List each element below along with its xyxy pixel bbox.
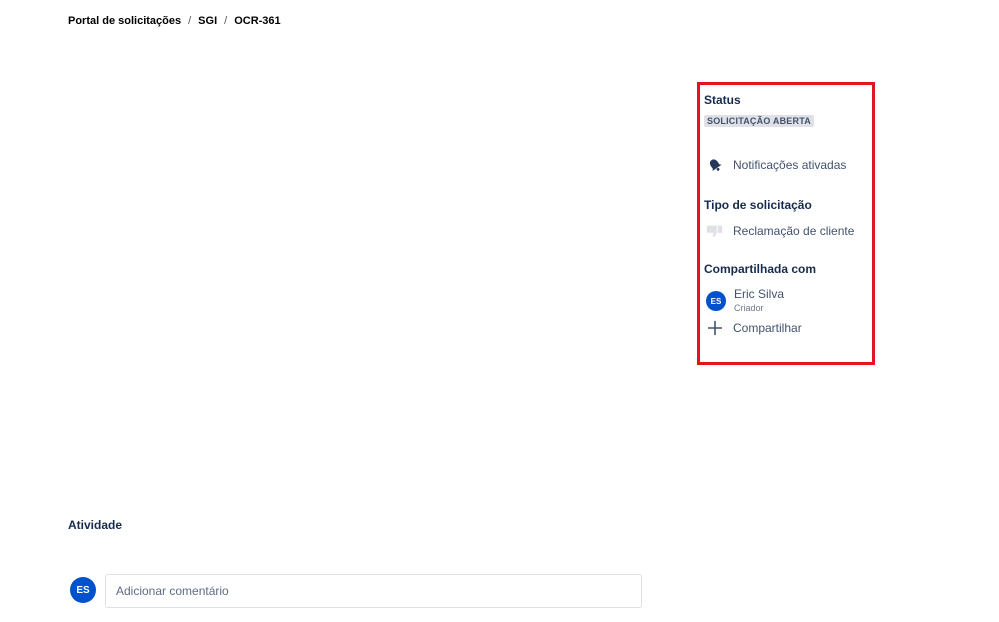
- notifications-toggle[interactable]: Notificações ativadas: [706, 156, 846, 174]
- thumbs-down-icon: [706, 222, 724, 240]
- user-name: Eric Silva: [734, 287, 785, 301]
- status-title: Status: [704, 93, 741, 107]
- user-role: Criador: [734, 303, 764, 313]
- breadcrumb-separator: /: [188, 15, 192, 27]
- avatar: ES: [706, 291, 726, 311]
- breadcrumb-project[interactable]: SGI: [198, 15, 217, 27]
- activity-title: Atividade: [68, 518, 123, 532]
- status-badge: SOLICITAÇÃO ABERTA: [704, 115, 814, 127]
- bell-icon: [706, 156, 724, 174]
- breadcrumb: Portal de solicitações / SGI / OCR-361: [68, 15, 281, 27]
- request-type: Reclamação de cliente: [706, 222, 854, 240]
- request-type-title: Tipo de solicitação: [704, 198, 812, 212]
- comment-input[interactable]: [105, 574, 642, 608]
- notifications-label: Notificações ativadas: [733, 158, 847, 172]
- plus-icon: [706, 319, 724, 337]
- shared-user: ES Eric Silva Criador: [706, 287, 784, 313]
- breadcrumb-separator: /: [224, 15, 228, 27]
- avatar: ES: [70, 577, 96, 603]
- shared-with-title: Compartilhada com: [704, 262, 817, 276]
- share-button[interactable]: Compartilhar: [706, 319, 802, 337]
- request-type-value: Reclamação de cliente: [733, 224, 855, 238]
- share-label: Compartilhar: [733, 321, 802, 335]
- breadcrumb-issue[interactable]: OCR-361: [234, 15, 280, 27]
- breadcrumb-portal[interactable]: Portal de solicitações: [68, 15, 181, 27]
- request-details-panel: Status SOLICITAÇÃO ABERTA Notificações a…: [697, 82, 875, 365]
